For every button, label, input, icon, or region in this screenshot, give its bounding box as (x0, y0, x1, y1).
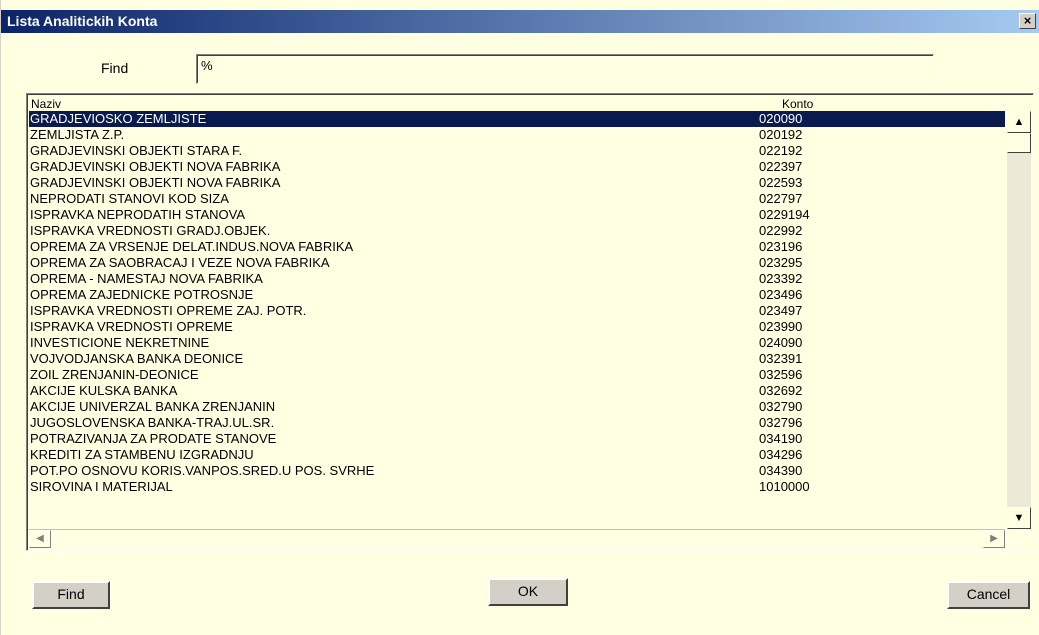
cell-naziv: OPREMA ZA VRSENJE DELAT.INDUS.NOVA FABRI… (30, 239, 354, 254)
cell-konto: 023392 (759, 271, 803, 286)
cell-naziv: ISPRAVKA VREDNOSTI GRADJ.OBJEK. (30, 223, 271, 238)
cell-naziv: POTRAZIVANJA ZA PRODATE STANOVE (30, 431, 277, 446)
cell-konto: 023496 (759, 287, 803, 302)
table-row[interactable]: OPREMA ZA VRSENJE DELAT.INDUS.NOVA FABRI… (29, 239, 1005, 255)
cell-naziv: GRADJEVINSKI OBJEKTI STARA F. (30, 143, 243, 158)
close-button[interactable]: × (1019, 13, 1036, 29)
table-row[interactable]: NEPRODATI STANOVI KOD SIZA 022797 (29, 191, 1005, 207)
dialog-window: Lista Analitickih Konta × Find % Naziv K… (0, 0, 1039, 635)
cell-naziv: AKCIJE UNIVERZAL BANKA ZRENJANIN (30, 399, 276, 414)
table-row[interactable]: KREDITI ZA STAMBENU IZGRADNJU 034296 (29, 447, 1005, 463)
table-row[interactable]: GRADJEVINSKI OBJEKTI STARA F. 022192 (29, 143, 1005, 159)
grid-rows: GRADJEVIOSKO ZEMLJISTE 020090 ZEMLJISTA Z.… (29, 111, 1005, 529)
column-header-konto[interactable]: Konto (782, 97, 813, 111)
cell-konto: 0229194 (759, 207, 810, 222)
cell-konto: 022397 (759, 159, 803, 174)
ok-button[interactable]: OK (488, 578, 568, 606)
cell-konto: 034390 (759, 463, 803, 478)
cell-konto: 023497 (759, 303, 803, 318)
find-input[interactable]: % (196, 54, 934, 84)
cell-konto: 032692 (759, 383, 803, 398)
find-button[interactable]: Find (32, 581, 110, 609)
table-row[interactable]: GRADJEVINSKI OBJEKTI NOVA FABRIKA 022397 (29, 159, 1005, 175)
table-row[interactable]: SIROVINA I MATERIJAL 1010000 (29, 479, 1005, 495)
table-row[interactable]: ISPRAVKA NEPRODATIH STANOVA 0229194 (29, 207, 1005, 223)
cell-naziv: ISPRAVKA VREDNOSTI OPREME ZAJ. POTR. (30, 303, 307, 318)
table-row[interactable]: AKCIJE KULSKA BANKA 032692 (29, 383, 1005, 399)
window-title: Lista Analitickih Konta (7, 13, 158, 29)
cancel-button[interactable]: Cancel (947, 581, 1030, 609)
cell-naziv: ZOIL ZRENJANIN-DEONICE (30, 367, 199, 382)
table-row[interactable]: OPREMA ZAJEDNICKE POTROSNJE 023496 (29, 287, 1005, 303)
table-row[interactable]: GRADJEVIOSKO ZEMLJISTE 020090 (29, 111, 1005, 127)
cell-naziv: NEPRODATI STANOVI KOD SIZA (30, 191, 229, 206)
title-bar: Lista Analitickih Konta × (1, 10, 1039, 33)
cell-konto: 1010000 (759, 479, 810, 494)
accounts-grid: Naziv Konto GRADJEVIOSKO ZEMLJISTE 020090… (26, 93, 1034, 551)
scroll-up-icon[interactable]: ▲ (1007, 111, 1031, 133)
scroll-left-icon[interactable]: ◀ (29, 530, 51, 548)
horizontal-scrollbar[interactable]: ◀ ▶ (29, 529, 1005, 548)
table-row[interactable]: ZOIL ZRENJANIN-DEONICE 032596 (29, 367, 1005, 383)
column-header-naziv[interactable]: Naziv (31, 97, 61, 111)
cell-konto: 034296 (759, 447, 803, 462)
cell-konto: 032796 (759, 415, 803, 430)
cell-konto: 020192 (759, 127, 803, 142)
cell-naziv: GRADJEVINSKI OBJEKTI NOVA FABRIKA (30, 159, 281, 174)
cell-naziv: SIROVINA I MATERIJAL (30, 479, 173, 494)
cell-naziv: ISPRAVKA NEPRODATIH STANOVA (30, 207, 246, 222)
table-row[interactable]: OPREMA - NAMESTAJ NOVA FABRIKA 023392 (29, 271, 1005, 287)
table-row[interactable]: ISPRAVKA VREDNOSTI GRADJ.OBJEK. 022992 (29, 223, 1005, 239)
cell-konto: 023990 (759, 319, 803, 334)
table-row[interactable]: ISPRAVKA VREDNOSTI OPREME ZAJ. POTR. 0234… (29, 303, 1005, 319)
table-row[interactable]: ZEMLJISTA Z.P. 020192 (29, 127, 1005, 143)
table-row[interactable]: OPREMA ZA SAOBRACAJ I VEZE NOVA FABRIKA 0… (29, 255, 1005, 271)
table-row[interactable]: POTRAZIVANJA ZA PRODATE STANOVE 034190 (29, 431, 1005, 447)
cell-konto: 022797 (759, 191, 803, 206)
cell-konto: 032790 (759, 399, 803, 414)
cell-konto: 022593 (759, 175, 803, 190)
table-row[interactable]: ISPRAVKA VREDNOSTI OPREME 023990 (29, 319, 1005, 335)
scroll-right-icon[interactable]: ▶ (983, 530, 1005, 548)
grid-header: Naziv Konto (29, 96, 1005, 111)
cell-naziv: ZEMLJISTA Z.P. (30, 127, 125, 142)
table-row[interactable]: POT.PO OSNOVU KORIS.VANPOS.SRED.U POS. S… (29, 463, 1005, 479)
cell-naziv: GRADJEVINSKI OBJEKTI NOVA FABRIKA (30, 175, 281, 190)
cell-konto: 032596 (759, 367, 803, 382)
cell-konto: 023295 (759, 255, 803, 270)
table-row[interactable]: GRADJEVINSKI OBJEKTI NOVA FABRIKA 022593 (29, 175, 1005, 191)
cell-naziv: OPREMA ZAJEDNICKE POTROSNJE (30, 287, 254, 302)
cell-naziv: ISPRAVKA VREDNOSTI OPREME (30, 319, 233, 334)
cell-naziv: GRADJEVIOSKO ZEMLJISTE (30, 111, 207, 126)
scroll-down-icon[interactable]: ▼ (1007, 507, 1031, 529)
cell-naziv: OPREMA - NAMESTAJ NOVA FABRIKA (30, 271, 263, 286)
table-row[interactable]: JUGOSLOVENSKA BANKA-TRAJ.UL.SR. 032796 (29, 415, 1005, 431)
cell-konto: 023196 (759, 239, 803, 254)
cell-konto: 034190 (759, 431, 803, 446)
cell-naziv: KREDITI ZA STAMBENU IZGRADNJU (30, 447, 254, 462)
table-row[interactable]: INVESTICIONE NEKRETNINE 024090 (29, 335, 1005, 351)
cell-naziv: AKCIJE KULSKA BANKA (30, 383, 178, 398)
cell-naziv: OPREMA ZA SAOBRACAJ I VEZE NOVA FABRIKA (30, 255, 330, 270)
table-row[interactable]: VOJVODJANSKA BANKA DEONICE 032391 (29, 351, 1005, 367)
cell-naziv: INVESTICIONE NEKRETNINE (30, 335, 210, 350)
scroll-thumb[interactable] (1007, 133, 1031, 153)
cell-naziv: JUGOSLOVENSKA BANKA-TRAJ.UL.SR. (30, 415, 275, 430)
vertical-scrollbar[interactable]: ▲ ▼ (1007, 111, 1031, 529)
cell-naziv: POT.PO OSNOVU KORIS.VANPOS.SRED.U POS. S… (30, 463, 375, 478)
find-label: Find (101, 60, 129, 76)
cell-naziv: VOJVODJANSKA BANKA DEONICE (30, 351, 244, 366)
table-row[interactable]: AKCIJE UNIVERZAL BANKA ZRENJANIN 032790 (29, 399, 1005, 415)
cell-konto: 022992 (759, 223, 803, 238)
cell-konto: 032391 (759, 351, 803, 366)
cell-konto: 020090 (759, 111, 803, 126)
cell-konto: 022192 (759, 143, 803, 158)
cell-konto: 024090 (759, 335, 803, 350)
